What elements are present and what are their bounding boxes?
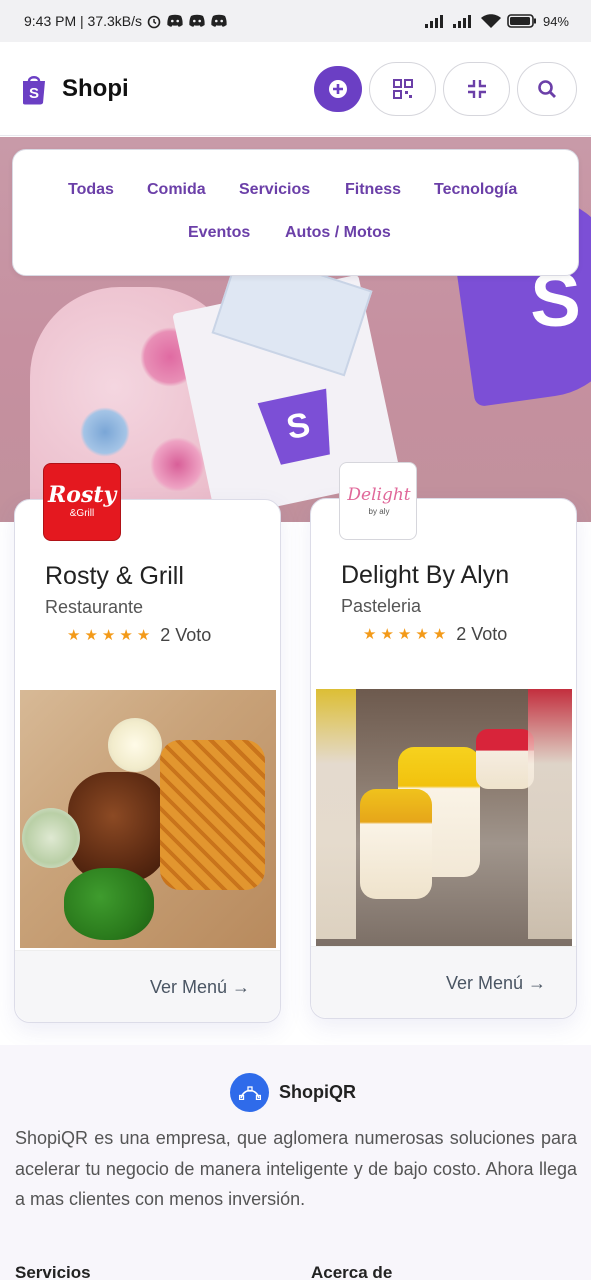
star-icon: ★ [67, 627, 81, 644]
footer-heading-acerca: Acerca de [311, 1263, 393, 1280]
business-card[interactable]: Rosty &Grill Rosty & Grill Restaurante ★… [14, 463, 281, 1023]
photo-dessert-cup [360, 789, 432, 899]
category-menu: Todas Comida Servicios Fitness Tecnologí… [12, 149, 579, 276]
photo-sauce-cup [108, 718, 162, 772]
star-icon: ★ [380, 626, 394, 643]
category-comida[interactable]: Comida [147, 181, 206, 199]
photo-broccoli [64, 868, 154, 940]
card-footer: Ver Menú → [15, 950, 280, 1022]
signal-icon [452, 15, 471, 28]
discord-icon [167, 14, 183, 27]
view-menu-link[interactable]: Ver Menú → [446, 973, 546, 994]
logo-subtext: &Grill [69, 508, 95, 519]
discord-icon [211, 14, 227, 27]
business-logo: Rosty &Grill [43, 463, 121, 541]
photo-dessert-cup [316, 689, 356, 939]
battery-percent: 94% [542, 13, 569, 29]
category-autos-motos[interactable]: Autos / Motos [285, 224, 391, 242]
business-category: Pasteleria [341, 596, 422, 616]
category-fitness[interactable]: Fitness [345, 181, 401, 199]
brand-name: Shopi [62, 74, 129, 102]
hero-flower-decoration [150, 437, 205, 492]
star-icon: ★ [397, 626, 412, 643]
star-icon: ★ [84, 627, 98, 644]
view-menu-link[interactable]: Ver Menú → [150, 977, 250, 998]
discord-icon [189, 14, 205, 27]
about-description: ShopiQR es una empresa, que aglomera num… [15, 1128, 577, 1209]
plus-circle-icon [329, 79, 347, 98]
add-button[interactable] [314, 65, 362, 112]
search-icon [538, 79, 556, 98]
footer-heading-servicios: Servicios [15, 1263, 91, 1280]
star-icon: ★ [101, 627, 116, 644]
food-photo [20, 690, 276, 948]
business-category: Restaurante [45, 597, 144, 617]
business-card[interactable]: Delight by aly Delight By Alyn Pasteleri… [310, 462, 577, 1019]
card-footer: Ver Menú → [311, 946, 576, 1018]
rating: ★ ★ ★ ★ ★ 2 Voto [363, 624, 507, 645]
rating: ★ ★ ★ ★ ★ 2 Voto [67, 625, 211, 646]
minimize-button[interactable] [443, 61, 510, 116]
dessert-photo [316, 689, 572, 947]
about-brand: ShopiQR [230, 1073, 356, 1112]
star-icon: ★ [119, 627, 133, 644]
category-servicios[interactable]: Servicios [239, 181, 310, 199]
logo-text: Delight [347, 485, 411, 505]
battery-icon [507, 14, 536, 28]
photo-dessert-cup [528, 689, 572, 939]
logo-subtext: by aly [368, 507, 390, 516]
star-icon: ★ [136, 627, 151, 644]
app-header: S Shopi [0, 42, 591, 136]
category-tecnologia[interactable]: Tecnología [434, 181, 517, 199]
wifi-icon [480, 13, 501, 28]
hero-flower-decoration [80, 407, 130, 457]
photo-side-cup [22, 808, 80, 868]
category-eventos[interactable]: Eventos [188, 224, 250, 242]
qr-button[interactable] [369, 61, 436, 116]
star-icon: ★ [432, 626, 447, 643]
photo-chicken [68, 772, 168, 882]
photo-dessert-cup [476, 729, 534, 789]
business-logo: Delight by aly [339, 462, 417, 540]
search-button[interactable] [517, 61, 577, 116]
status-bar: 9:43 PM | 37.3kB/s 94% [0, 0, 591, 42]
svg-text:S: S [29, 85, 39, 102]
minimize-icon [467, 79, 486, 98]
star-icon: ★ [415, 626, 429, 643]
brand[interactable]: S Shopi [20, 73, 129, 105]
business-title: Delight By Alyn [341, 561, 510, 589]
category-todas[interactable]: Todas [68, 181, 114, 199]
business-title: Rosty & Grill [45, 562, 184, 590]
qr-code-icon [392, 78, 413, 99]
vote-count: 2 Voto [160, 625, 212, 645]
vote-count: 2 Voto [456, 624, 508, 644]
shopi-logo-icon: S [23, 75, 45, 104]
alarm-icon [147, 15, 161, 29]
shopi-logo-icon: S [257, 388, 330, 465]
logo-text: Rosty [48, 482, 117, 508]
signal-icon [424, 15, 443, 28]
status-time: 9:43 PM | 37.3kB/s [24, 13, 143, 29]
photo-fries [160, 740, 265, 890]
about-name: ShopiQR [279, 1082, 356, 1102]
star-icon: ★ [363, 626, 377, 643]
about-section: ShopiQR ShopiQR es una empresa, que aglo… [0, 1045, 591, 1280]
shopiqr-logo-icon [230, 1073, 269, 1112]
